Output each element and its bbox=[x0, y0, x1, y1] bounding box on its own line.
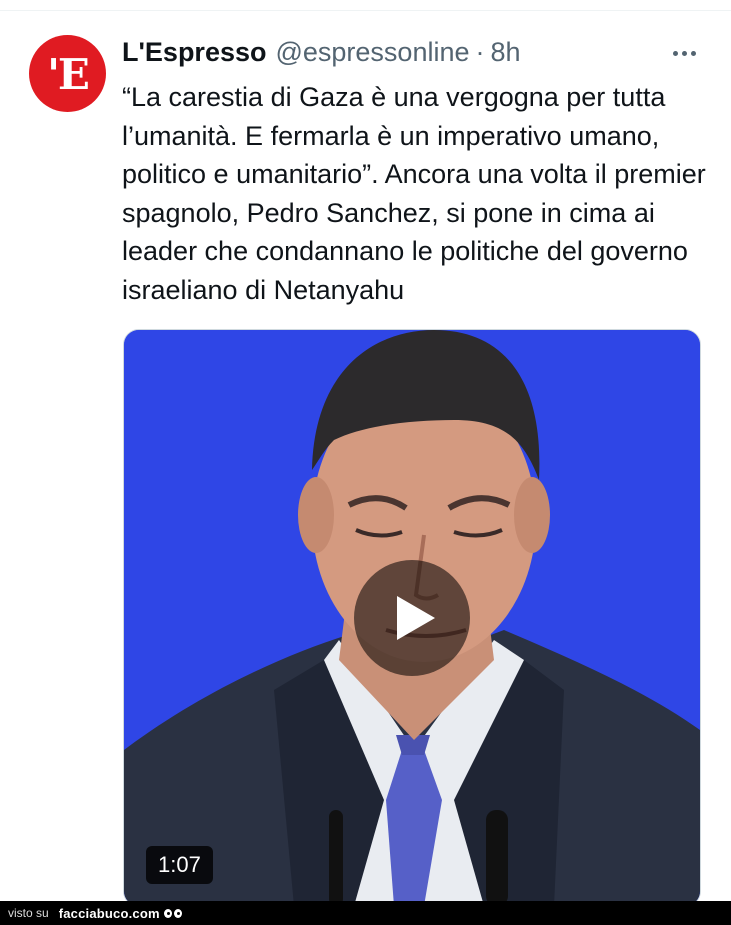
avatar[interactable]: 'E bbox=[29, 35, 106, 112]
user-handle[interactable]: @espressonline bbox=[275, 37, 469, 68]
display-name[interactable]: L'Espresso bbox=[122, 37, 266, 68]
eyes-icon bbox=[163, 908, 182, 918]
more-horizontal-icon bbox=[672, 50, 696, 56]
lespresso-logo: 'E bbox=[47, 50, 90, 99]
tweet-header: L'Espresso @espressonline · 8h bbox=[122, 34, 521, 70]
video-duration-badge: 1:07 bbox=[146, 846, 213, 884]
top-divider bbox=[0, 10, 731, 11]
more-options-button[interactable] bbox=[664, 38, 704, 68]
header-separator: · bbox=[475, 36, 485, 67]
watermark-footer: visto su facciabuco.com bbox=[0, 901, 731, 925]
video-player[interactable]: 1:07 bbox=[123, 329, 701, 907]
play-icon bbox=[397, 596, 435, 640]
play-button[interactable] bbox=[354, 560, 470, 676]
footer-brand: facciabuco.com bbox=[58, 905, 160, 921]
tweet-timestamp[interactable]: 8h bbox=[491, 37, 521, 68]
tweet-text: “La carestia di Gaza è una vergogna per … bbox=[122, 82, 706, 305]
footer-visto-su: visto su bbox=[8, 906, 49, 920]
